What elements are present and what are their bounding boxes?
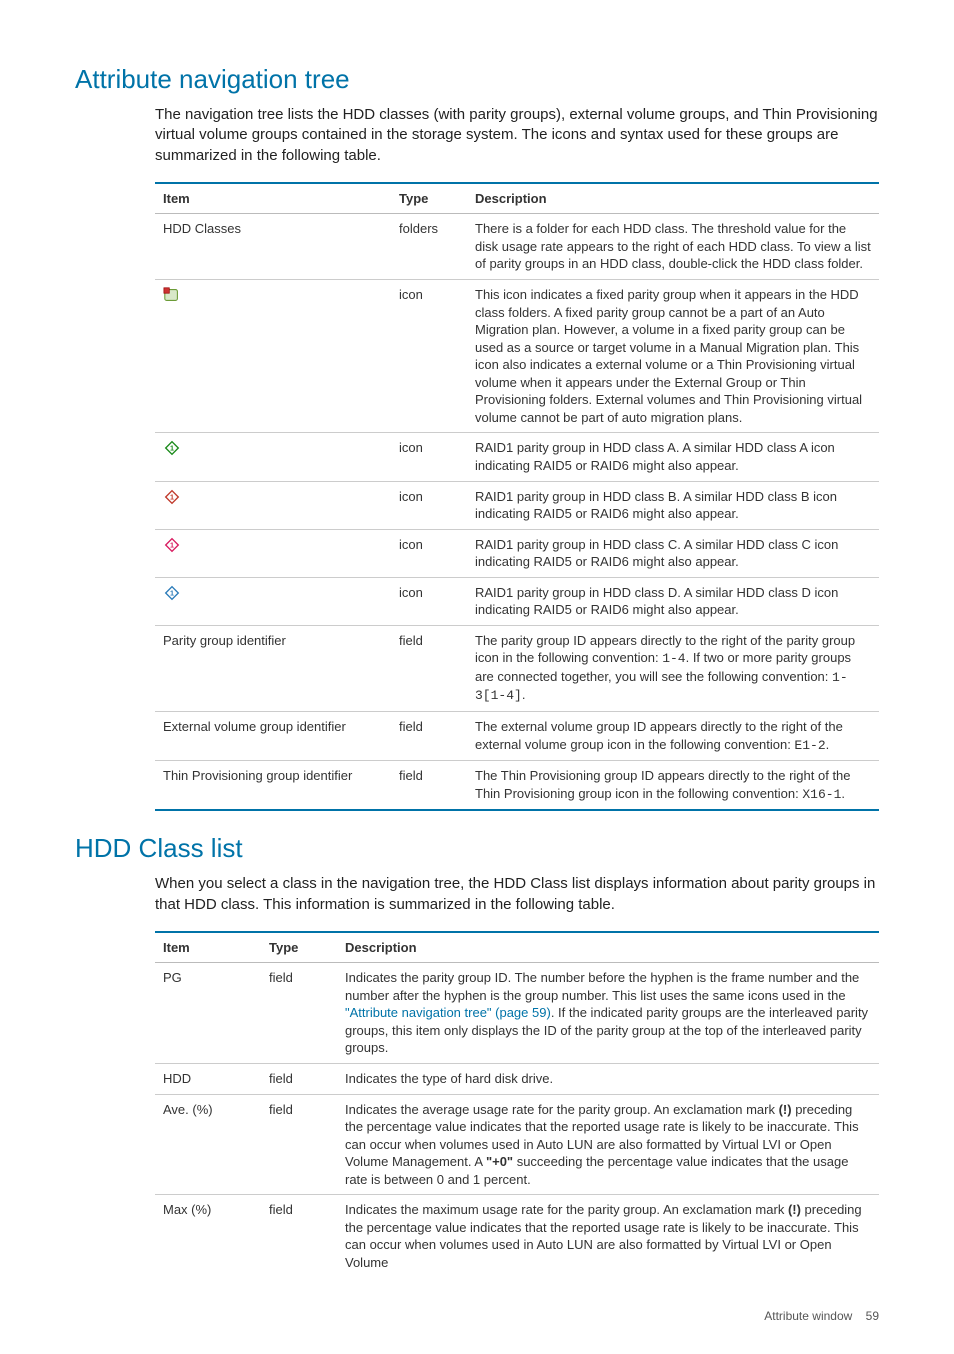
cell-type: icon (391, 433, 467, 481)
table-row: 1 iconRAID1 parity group in HDD class B.… (155, 481, 879, 529)
section-heading-hdd-class: HDD Class list (75, 831, 879, 866)
attribute-nav-table: Item Type Description HDD Classesfolders… (155, 182, 879, 811)
cell-desc: The Thin Provisioning group ID appears d… (467, 761, 879, 811)
cell-desc: This icon indicates a fixed parity group… (467, 280, 879, 433)
table-row: 1 iconRAID1 parity group in HDD class D.… (155, 577, 879, 625)
cell-item: 1 (155, 529, 391, 577)
cell-item: Parity group identifier (155, 625, 391, 711)
cell-desc: The parity group ID appears directly to … (467, 625, 879, 711)
table-row: 1 iconRAID1 parity group in HDD class A.… (155, 433, 879, 481)
cell-item: Thin Provisioning group identifier (155, 761, 391, 811)
cell-type: field (261, 1064, 337, 1095)
table-row: Ave. (%)fieldIndicates the average usage… (155, 1094, 879, 1195)
raid-class-c-icon: 1 (163, 536, 181, 554)
cell-desc: There is a folder for each HDD class. Th… (467, 214, 879, 280)
svg-text:1: 1 (170, 540, 174, 549)
cell-type: field (391, 711, 467, 760)
table2-header-desc: Description (337, 932, 879, 963)
cell-item: HDD (155, 1064, 261, 1095)
cell-item: PG (155, 963, 261, 1064)
cell-desc: Indicates the average usage rate for the… (337, 1094, 879, 1195)
cell-type: folders (391, 214, 467, 280)
cell-desc: Indicates the maximum usage rate for the… (337, 1195, 879, 1278)
cell-item: 1 (155, 433, 391, 481)
section1-intro: The navigation tree lists the HDD classe… (155, 105, 879, 166)
table-row: Parity group identifierfieldThe parity g… (155, 625, 879, 711)
table-row: 1 iconRAID1 parity group in HDD class C.… (155, 529, 879, 577)
table-row: Max (%)fieldIndicates the maximum usage … (155, 1195, 879, 1278)
hdd-class-table: Item Type Description PGfieldIndicates t… (155, 931, 879, 1278)
cell-desc: RAID1 parity group in HDD class C. A sim… (467, 529, 879, 577)
cell-type: field (391, 761, 467, 811)
table1-header-item: Item (155, 183, 391, 214)
fixed-parity-icon (163, 286, 181, 304)
footer-page: 59 (866, 1309, 879, 1323)
raid-class-d-icon: 1 (163, 584, 181, 602)
cell-item (155, 280, 391, 433)
table-row: PGfieldIndicates the parity group ID. Th… (155, 963, 879, 1064)
section2-intro: When you select a class in the navigatio… (155, 874, 879, 915)
raid-class-a-icon: 1 (163, 439, 181, 457)
cell-type: field (261, 1195, 337, 1278)
cell-type: field (261, 1094, 337, 1195)
cell-item: 1 (155, 577, 391, 625)
cell-type: icon (391, 577, 467, 625)
svg-text:1: 1 (170, 492, 174, 501)
cell-desc: The external volume group ID appears dir… (467, 711, 879, 760)
cell-type: icon (391, 529, 467, 577)
cell-desc: RAID1 parity group in HDD class B. A sim… (467, 481, 879, 529)
cell-desc: RAID1 parity group in HDD class D. A sim… (467, 577, 879, 625)
section-heading-attribute-nav: Attribute navigation tree (75, 62, 879, 97)
table-row: HDD ClassesfoldersThere is a folder for … (155, 214, 879, 280)
page-footer: Attribute window 59 (75, 1308, 879, 1324)
cell-item: HDD Classes (155, 214, 391, 280)
footer-label: Attribute window (764, 1309, 852, 1323)
cell-desc: Indicates the type of hard disk drive. (337, 1064, 879, 1095)
cell-desc: Indicates the parity group ID. The numbe… (337, 963, 879, 1064)
table-row: iconThis icon indicates a fixed parity g… (155, 280, 879, 433)
table2-header-item: Item (155, 932, 261, 963)
cell-item: External volume group identifier (155, 711, 391, 760)
cell-type: icon (391, 481, 467, 529)
cell-type: field (391, 625, 467, 711)
svg-text:1: 1 (170, 444, 174, 453)
cell-type: field (261, 963, 337, 1064)
table1-header-type: Type (391, 183, 467, 214)
table2-header-type: Type (261, 932, 337, 963)
raid-class-b-icon: 1 (163, 488, 181, 506)
cell-type: icon (391, 280, 467, 433)
table1-header-desc: Description (467, 183, 879, 214)
table-row: Thin Provisioning group identifierfieldT… (155, 761, 879, 811)
cell-desc: RAID1 parity group in HDD class A. A sim… (467, 433, 879, 481)
cell-item: 1 (155, 481, 391, 529)
table-row: HDDfieldIndicates the type of hard disk … (155, 1064, 879, 1095)
table-row: External volume group identifierfieldThe… (155, 711, 879, 760)
svg-text:1: 1 (170, 588, 174, 597)
cell-item: Max (%) (155, 1195, 261, 1278)
cell-item: Ave. (%) (155, 1094, 261, 1195)
